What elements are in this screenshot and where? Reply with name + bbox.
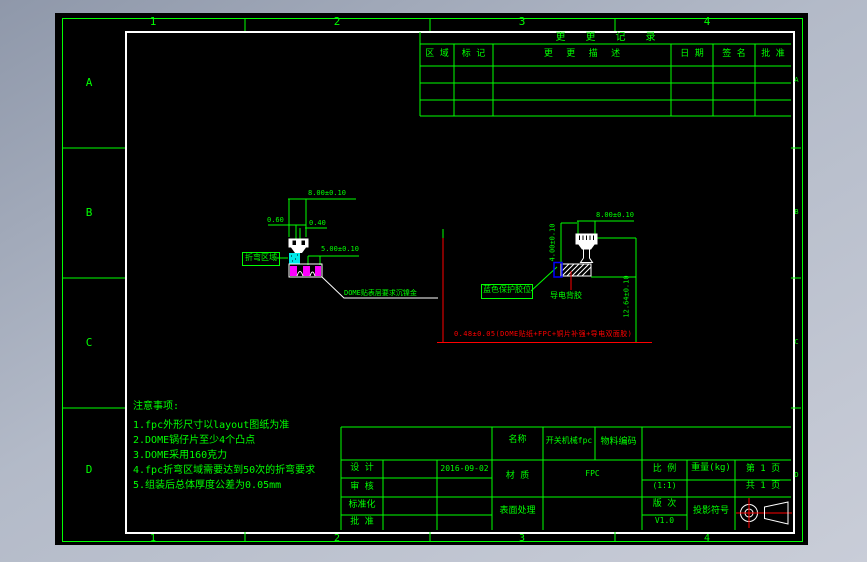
revision-value: V1.0 (654, 516, 675, 525)
left-dim-width-top: 8.00±0.10 (308, 189, 346, 197)
dome-surface-note: DOME贴表层要求沉镍金 (344, 289, 417, 297)
thickness-annotation-lines (437, 238, 652, 343)
right-view-adhesive-bar (553, 261, 592, 278)
design-date: 2016-09-02 (440, 464, 489, 473)
right-dim-width-top: 8.00±0.10 (596, 211, 634, 219)
standardize-label: 标准化 (348, 500, 376, 510)
change-table-title: 更 更 记 录 (555, 32, 656, 43)
left-view-dimension-lines (268, 198, 359, 265)
linework-layer (62, 18, 801, 541)
material-label: 材 质 (505, 471, 530, 481)
surface-label: 表面处理 (499, 506, 536, 516)
change-table-header-mark: 标 记 (461, 49, 486, 59)
change-table-header-approval: 批 准 (761, 49, 785, 59)
stack-thickness-note: 0.48±0.05(DOME贴纸+FPC+铜片补强+导电双面胶) (454, 330, 633, 338)
right-view-dimension-lines (442, 220, 637, 342)
note-item-3: 3.DOME采用160克力 (133, 450, 228, 461)
design-label: 设 计 (350, 463, 374, 473)
change-table-header-description: 更 更 描 述 (543, 49, 621, 59)
projection-symbol (736, 498, 792, 528)
weight-label: 重量(kg) (691, 463, 731, 473)
note-item-4: 4.fpc折弯区域需要达到50次的折弯要求 (133, 465, 316, 476)
scale-value: (1:1) (652, 481, 677, 490)
note-item-5: 5.组装后总体厚度公差为0.05mm (133, 480, 282, 491)
conductive-adhesive-label: 导电背胶 (550, 291, 582, 300)
approve-label: 批 准 (350, 517, 374, 527)
material-value: FPC (585, 469, 600, 478)
review-label: 审 核 (350, 482, 374, 492)
zone-tick-marks (62, 18, 801, 541)
right-view-linework (437, 220, 652, 343)
scale-label: 比 例 (652, 464, 677, 474)
name-label: 名称 (508, 435, 527, 445)
left-dim-width-bottom: 5.00±0.10 (321, 245, 359, 253)
projection-label: 投影符号 (692, 506, 729, 516)
protect-glue-label: 蓝色保护胶位 (481, 284, 533, 299)
change-table-header-zone: 区 域 (425, 49, 449, 59)
change-table-header-date: 日 期 (680, 49, 704, 59)
note-item-2: 2.DOME锅仔片至少4个凸点 (133, 435, 256, 446)
name-value: 开关机械fpc (545, 436, 593, 445)
total-pages-label: 共 1 页 (745, 481, 781, 491)
right-dim-height-right: 12.64±0.10 (622, 275, 631, 318)
page-label: 第 1 页 (745, 464, 781, 474)
left-dim-offset: 0.60 (267, 216, 284, 224)
note-item-1: 1.fpc外形尺寸以layout图纸为准 (133, 420, 290, 431)
cad-viewer-canvas: { "colors": { "line_green": "#00ff00", "… (0, 0, 867, 562)
bend-area-label: 折弯区域 (242, 252, 280, 266)
right-dim-height-left: 4.00±0.10 (548, 223, 557, 262)
notes-title: 注意事项: (133, 401, 180, 412)
right-view-connector (575, 233, 598, 263)
left-view-connector (288, 238, 309, 253)
left-dim-stem: 0.40 (309, 219, 326, 227)
left-view-bend-area (289, 253, 300, 264)
revision-label: 版 次 (652, 499, 677, 509)
change-table-grid (419, 32, 791, 117)
part-code-label: 物料编码 (600, 437, 637, 447)
change-table-header-signature: 签 名 (722, 49, 746, 59)
